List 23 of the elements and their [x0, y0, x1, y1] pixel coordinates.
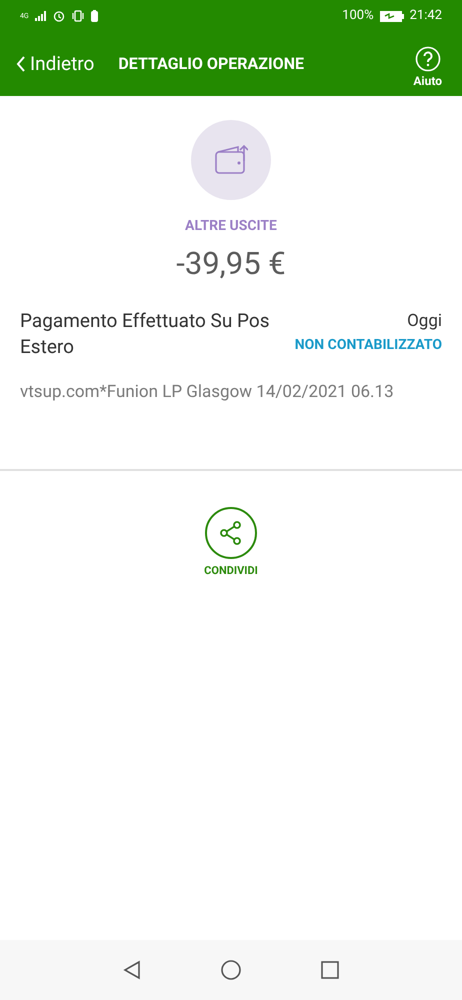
help-icon — [414, 46, 441, 72]
chevron-left-icon — [16, 55, 26, 73]
alarm-icon — [52, 10, 65, 22]
home-nav-icon[interactable] — [220, 959, 242, 981]
page-title: DETTAGLIO OPERAZIONE — [118, 53, 304, 75]
battery-icon — [380, 10, 404, 22]
vibrate-icon — [70, 10, 85, 22]
category-label: ALTRE USCITE — [185, 217, 277, 236]
signal-icon — [34, 11, 47, 21]
help-button[interactable]: Aiuto — [413, 38, 442, 90]
status-label: NON CONTABILIZZATO — [294, 336, 442, 354]
share-icon — [218, 520, 244, 546]
battery-saver-icon — [90, 10, 98, 22]
operation-detail: vtsup.com*Funion LP Glasgow 14/02/2021 06.13 — [19, 380, 395, 404]
clock: 21:42 — [410, 7, 442, 26]
battery-percent: 100% — [342, 7, 374, 26]
recents-nav-icon[interactable] — [320, 960, 340, 980]
amount: -39,95 € — [176, 244, 286, 284]
back-button[interactable]: Indietro — [16, 50, 94, 78]
wallet-out-icon — [214, 144, 248, 176]
operation-description: Pagamento Effettuato Su Pos Estero — [20, 308, 271, 360]
operation-date: Oggi — [407, 310, 442, 332]
back-nav-icon[interactable] — [122, 960, 142, 980]
